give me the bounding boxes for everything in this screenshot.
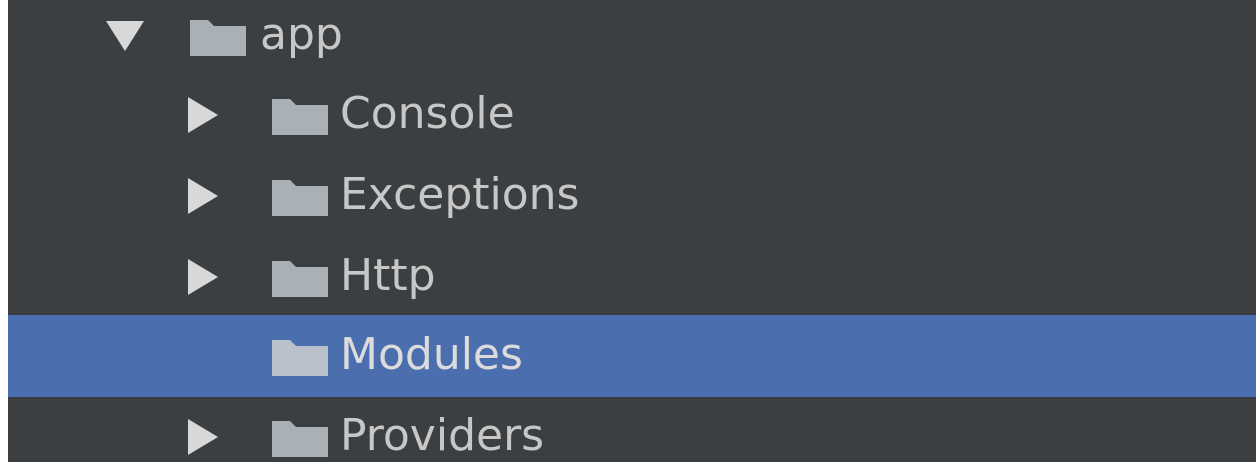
expand-arrow-right-icon[interactable] [188, 419, 218, 455]
folder-icon [188, 14, 248, 58]
project-tree: app Console Exceptions Http Modules Prov [8, 0, 1256, 462]
tree-node-label: Modules [340, 329, 523, 381]
expand-arrow-down-icon[interactable] [106, 21, 144, 51]
folder-icon [270, 174, 330, 218]
folder-icon [270, 255, 330, 299]
tree-node-label: Providers [340, 410, 545, 462]
folder-icon [270, 334, 330, 378]
tree-node-label: app [260, 9, 343, 61]
tree-node-label: Exceptions [340, 169, 580, 221]
tree-node-label: Console [340, 88, 515, 140]
tree-node-http[interactable]: Http [8, 236, 1256, 318]
expand-arrow-right-icon[interactable] [188, 97, 218, 133]
tree-node-app[interactable]: app [8, 0, 1256, 77]
expand-arrow-right-icon[interactable] [188, 178, 218, 214]
folder-icon [270, 93, 330, 137]
folder-icon [270, 415, 330, 459]
tree-node-label: Http [340, 250, 436, 302]
expand-arrow-right-icon[interactable] [188, 259, 218, 295]
tree-node-providers[interactable]: Providers [8, 396, 1256, 462]
tree-node-modules[interactable]: Modules [8, 315, 1256, 397]
tree-node-console[interactable]: Console [8, 74, 1256, 156]
tree-node-exceptions[interactable]: Exceptions [8, 155, 1256, 237]
